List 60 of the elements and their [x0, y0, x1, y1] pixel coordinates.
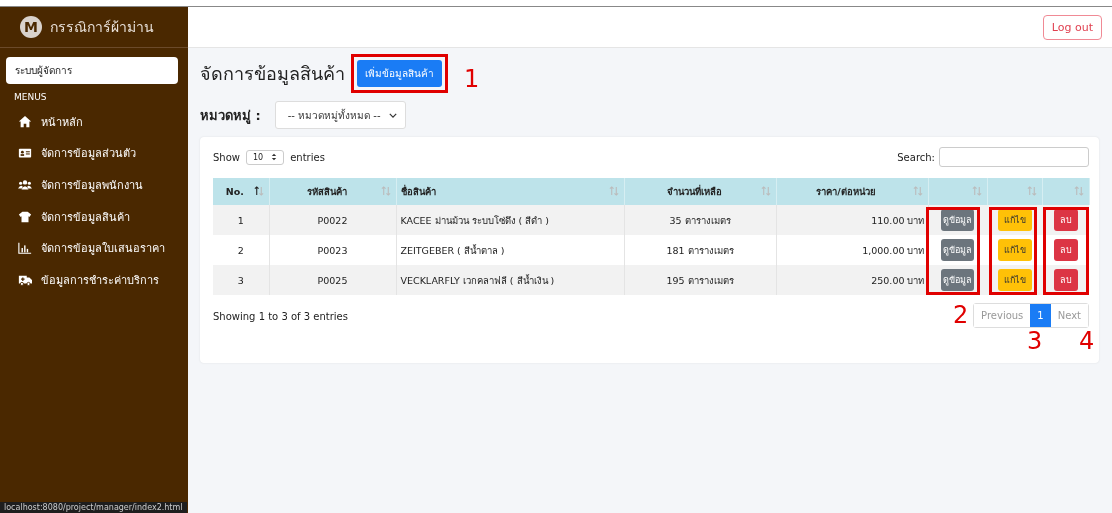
column-header[interactable]: ชื่อสินค้า	[396, 178, 624, 205]
view-button[interactable]: ดูข้อมูล	[941, 209, 975, 231]
page-title: จัดการข้อมูลสินค้า	[200, 62, 345, 87]
table-cell: 110.00 บาท	[776, 205, 928, 235]
brand-title: กรรณิการ์ผ้าม่าน	[50, 18, 154, 37]
sidebar-item[interactable]: จัดการข้อมูลพนักงาน	[0, 169, 188, 201]
table-cell: 35 ตารางเมตร	[624, 205, 776, 235]
table-cell: 250.00 บาท	[776, 265, 928, 295]
delete-button[interactable]: ลบ	[1053, 269, 1078, 291]
category-select[interactable]: -- หมวดหมู่ทั้งหมด --	[274, 101, 406, 129]
edit-button[interactable]: แก้ไข	[997, 269, 1032, 291]
add-product-button[interactable]: เพิ่มข้อมูลสินค้า	[357, 60, 442, 87]
table-cell: 195 ตารางเมตร	[624, 265, 776, 295]
sidebar-item[interactable]: จัดการข้อมูลส่วนตัว	[0, 137, 188, 170]
role-label: ระบบผู้จัดการ	[6, 57, 178, 84]
edit-button[interactable]: แก้ไข	[997, 239, 1032, 261]
table-cell: VECKLARFLY เวกคลาฟลี ( สีน้ำเงิน )	[396, 265, 624, 295]
column-header[interactable]: จำนวนที่เหลือ	[624, 178, 776, 205]
entries-info: Showing 1 to 3 of 3 entries	[213, 311, 348, 322]
menu-heading: MENUS	[14, 92, 48, 102]
column-header[interactable]	[1042, 178, 1089, 205]
logout-button[interactable]: Log out	[1042, 14, 1102, 40]
column-header[interactable]: รหัสสินค้า	[269, 178, 396, 205]
status-url: localhost:8080/project/manager/index2.html	[0, 502, 187, 513]
table-cell: P0022	[269, 205, 396, 235]
users-icon	[18, 178, 32, 192]
search-label: Search:	[897, 151, 935, 163]
table-cell: KACEE ม่านม้วน ระบบโซ่ดึง ( สีดำ )	[396, 205, 624, 235]
house-icon	[18, 114, 32, 129]
annotation-number: 4	[1079, 329, 1095, 353]
delete-button[interactable]: ลบ	[1053, 209, 1078, 231]
column-header[interactable]	[987, 178, 1042, 205]
shirt-icon	[18, 209, 32, 224]
annotation-number: 1	[464, 66, 480, 91]
edit-button[interactable]: แก้ไข	[997, 209, 1032, 231]
page-link[interactable]: 1	[1030, 304, 1051, 327]
chevron-down-icon	[388, 112, 397, 118]
column-header[interactable]: ราคา/ต่อหน่วย	[776, 178, 928, 205]
sidebar-item[interactable]: ข้อมูลการชำระค่าบริการ	[0, 263, 188, 296]
view-button[interactable]: ดูข้อมูล	[941, 269, 975, 291]
annotation-number: 2	[953, 303, 969, 327]
sidebar-item[interactable]: จัดการข้อมูลสินค้า	[0, 200, 188, 233]
search-field[interactable]	[939, 147, 1089, 167]
column-header[interactable]: No.	[213, 178, 269, 205]
table-cell: 3	[213, 265, 269, 295]
entries-label: entries	[290, 151, 325, 163]
table-cell: 1	[213, 205, 269, 235]
annotation-number: 3	[1027, 329, 1043, 353]
sidebar-item[interactable]: จัดการข้อมูลใบเสนอราคา	[0, 232, 188, 264]
view-button[interactable]: ดูข้อมูล	[941, 239, 975, 261]
page-size-select[interactable]: 10	[246, 149, 285, 165]
logo-badge: M	[20, 16, 42, 38]
table-cell: P0025	[269, 265, 396, 295]
show-label: Show	[213, 151, 240, 163]
bar-chart-icon	[18, 241, 32, 256]
category-label: หมวดหมู่ :	[200, 106, 261, 126]
column-header[interactable]	[928, 178, 987, 205]
delete-button[interactable]: ลบ	[1053, 239, 1078, 261]
sidebar-item[interactable]: หน้าหลัก	[0, 106, 188, 138]
updown-icon	[271, 153, 278, 161]
